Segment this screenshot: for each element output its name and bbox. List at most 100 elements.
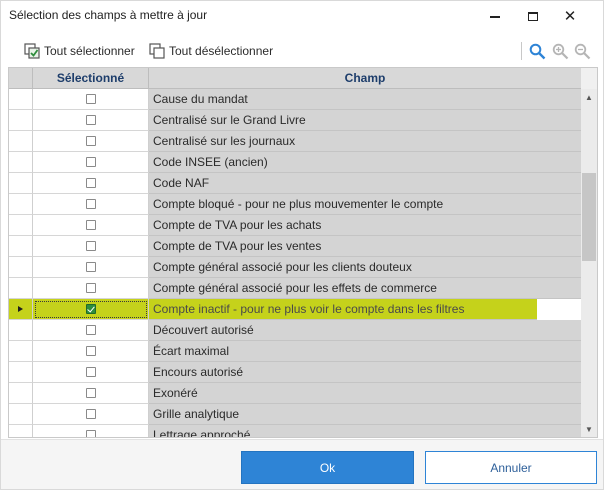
champ-cell[interactable]: Centralisé sur les journaux bbox=[149, 131, 581, 152]
row-checkbox[interactable] bbox=[85, 94, 96, 104]
cancel-button[interactable]: Annuler bbox=[425, 451, 597, 484]
row-indicator[interactable] bbox=[9, 89, 33, 110]
selected-cell[interactable] bbox=[33, 404, 149, 425]
selected-cell[interactable] bbox=[33, 194, 149, 215]
row-checkbox[interactable] bbox=[85, 388, 96, 398]
selected-cell[interactable] bbox=[33, 362, 149, 383]
table-row[interactable]: Découvert autorisé bbox=[9, 320, 581, 341]
table-row[interactable]: Cause du mandat bbox=[9, 89, 581, 110]
ok-button[interactable]: Ok bbox=[241, 451, 414, 484]
selected-cell[interactable] bbox=[33, 278, 149, 299]
row-indicator[interactable] bbox=[9, 278, 33, 299]
selected-cell[interactable] bbox=[33, 110, 149, 131]
table-row[interactable]: Compte général associé pour les effets d… bbox=[9, 278, 581, 299]
table-row[interactable]: Écart maximal bbox=[9, 341, 581, 362]
row-checkbox[interactable] bbox=[85, 262, 96, 272]
row-checkbox[interactable] bbox=[85, 115, 96, 125]
table-row[interactable]: Code INSEE (ancien) bbox=[9, 152, 581, 173]
row-indicator[interactable] bbox=[9, 215, 33, 236]
row-indicator[interactable] bbox=[9, 320, 33, 341]
selected-cell[interactable] bbox=[33, 89, 149, 110]
champ-cell[interactable]: Code NAF bbox=[149, 173, 581, 194]
champ-cell[interactable]: Écart maximal bbox=[149, 341, 581, 362]
champ-cell[interactable]: Compte général associé pour les effets d… bbox=[149, 278, 581, 299]
row-indicator[interactable] bbox=[9, 299, 33, 320]
zoom-in-button[interactable] bbox=[550, 41, 570, 61]
row-indicator[interactable] bbox=[9, 236, 33, 257]
champ-cell[interactable]: Cause du mandat bbox=[149, 89, 581, 110]
champ-cell[interactable]: Compte inactif - pour ne plus voir le co… bbox=[149, 299, 537, 320]
row-checkbox[interactable] bbox=[85, 283, 96, 293]
table-row[interactable]: Centralisé sur le Grand Livre bbox=[9, 110, 581, 131]
selected-cell[interactable] bbox=[33, 236, 149, 257]
row-indicator[interactable] bbox=[9, 173, 33, 194]
zoom-out-button[interactable] bbox=[572, 41, 592, 61]
row-indicator[interactable] bbox=[9, 425, 33, 437]
table-row[interactable]: Exonéré bbox=[9, 383, 581, 404]
selected-cell[interactable] bbox=[33, 152, 149, 173]
table-row[interactable]: Compte général associé pour les clients … bbox=[9, 257, 581, 278]
scroll-up-arrow-icon[interactable]: ▲ bbox=[581, 89, 597, 105]
row-checkbox[interactable] bbox=[85, 346, 96, 356]
table-row[interactable]: Code NAF bbox=[9, 173, 581, 194]
selected-cell[interactable] bbox=[33, 257, 149, 278]
vertical-scrollbar[interactable]: ▲ ▼ bbox=[581, 89, 597, 437]
row-checkbox[interactable] bbox=[85, 367, 96, 377]
row-indicator[interactable] bbox=[9, 110, 33, 131]
selected-cell[interactable] bbox=[33, 320, 149, 341]
champ-cell[interactable]: Lettrage approché bbox=[149, 425, 581, 437]
row-indicator[interactable] bbox=[9, 257, 33, 278]
champ-cell[interactable]: Compte de TVA pour les ventes bbox=[149, 236, 581, 257]
minimize-button[interactable] bbox=[477, 1, 513, 31]
table-row[interactable]: Centralisé sur les journaux bbox=[9, 131, 581, 152]
champ-cell[interactable]: Exonéré bbox=[149, 383, 581, 404]
table-row[interactable]: Grille analytique bbox=[9, 404, 581, 425]
close-button[interactable]: ✕ bbox=[552, 1, 588, 31]
champ-cell[interactable]: Grille analytique bbox=[149, 404, 581, 425]
row-indicator[interactable] bbox=[9, 362, 33, 383]
row-indicator[interactable] bbox=[9, 131, 33, 152]
champ-cell[interactable]: Découvert autorisé bbox=[149, 320, 581, 341]
table-row[interactable]: Compte bloqué - pour ne plus mouvementer… bbox=[9, 194, 581, 215]
row-indicator[interactable] bbox=[9, 194, 33, 215]
table-row[interactable]: Compte de TVA pour les ventes bbox=[9, 236, 581, 257]
row-checkbox[interactable] bbox=[85, 136, 96, 146]
row-indicator[interactable] bbox=[9, 404, 33, 425]
scroll-down-arrow-icon[interactable]: ▼ bbox=[581, 421, 597, 437]
row-indicator[interactable] bbox=[9, 152, 33, 173]
row-checkbox[interactable] bbox=[85, 325, 96, 335]
table-row[interactable]: Compte de TVA pour les achats bbox=[9, 215, 581, 236]
table-row[interactable]: Encours autorisé bbox=[9, 362, 581, 383]
row-checkbox[interactable] bbox=[85, 430, 96, 437]
selected-cell[interactable] bbox=[33, 215, 149, 236]
champ-cell[interactable]: Centralisé sur le Grand Livre bbox=[149, 110, 581, 131]
selected-cell[interactable] bbox=[33, 299, 149, 320]
selected-cell[interactable] bbox=[33, 425, 149, 437]
table-row[interactable]: Lettrage approché bbox=[9, 425, 581, 437]
champ-cell[interactable]: Compte général associé pour les clients … bbox=[149, 257, 581, 278]
selected-cell[interactable] bbox=[33, 131, 149, 152]
selected-cell[interactable] bbox=[33, 341, 149, 362]
row-checkbox[interactable] bbox=[85, 220, 96, 230]
row-indicator[interactable] bbox=[9, 341, 33, 362]
scrollbar-thumb[interactable] bbox=[582, 173, 596, 261]
table-row[interactable]: Compte inactif - pour ne plus voir le co… bbox=[9, 299, 581, 320]
maximize-button[interactable] bbox=[515, 1, 551, 31]
row-checkbox[interactable] bbox=[85, 409, 96, 419]
deselect-all-button[interactable]: Tout désélectionner bbox=[149, 40, 273, 62]
row-checkbox[interactable] bbox=[85, 304, 96, 314]
search-button[interactable] bbox=[527, 41, 547, 61]
selected-cell[interactable] bbox=[33, 173, 149, 194]
row-checkbox[interactable] bbox=[85, 157, 96, 167]
row-checkbox[interactable] bbox=[85, 178, 96, 188]
column-header-selected[interactable]: Sélectionné bbox=[33, 68, 149, 89]
select-all-button[interactable]: Tout sélectionner bbox=[24, 40, 135, 62]
champ-cell[interactable]: Compte de TVA pour les achats bbox=[149, 215, 581, 236]
champ-cell[interactable]: Compte bloqué - pour ne plus mouvementer… bbox=[149, 194, 581, 215]
column-header-champ[interactable]: Champ bbox=[149, 68, 581, 89]
row-indicator[interactable] bbox=[9, 383, 33, 404]
champ-cell[interactable]: Encours autorisé bbox=[149, 362, 581, 383]
row-checkbox[interactable] bbox=[85, 241, 96, 251]
selected-cell[interactable] bbox=[33, 383, 149, 404]
champ-cell[interactable]: Code INSEE (ancien) bbox=[149, 152, 581, 173]
